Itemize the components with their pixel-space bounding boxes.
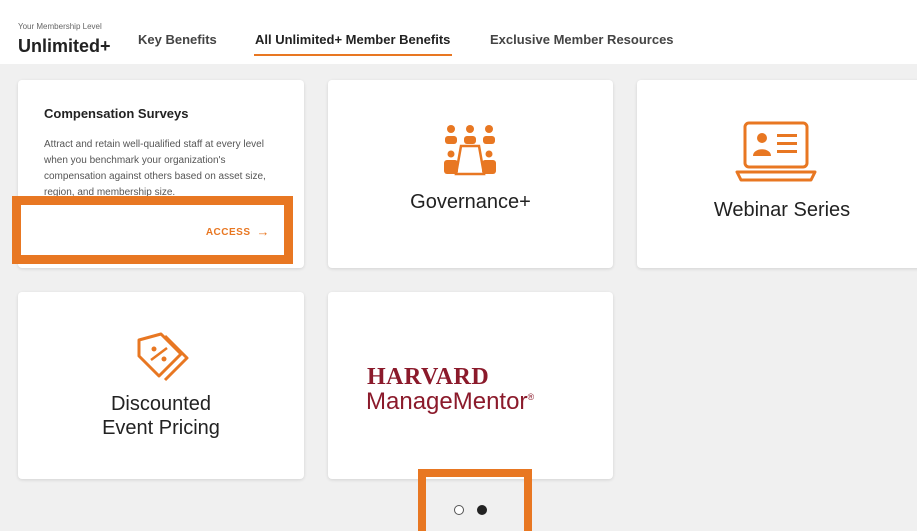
card-label: Governance+ bbox=[410, 191, 531, 213]
card-webinar-series[interactable]: Webinar Series bbox=[637, 80, 917, 268]
trademark-symbol: ® bbox=[527, 392, 535, 402]
tab-key-benefits[interactable]: Key Benefits bbox=[138, 32, 217, 47]
card-label: Discounted Event Pricing bbox=[18, 392, 304, 440]
tab-all-member-benefits[interactable]: All Unlimited+ Member Benefits bbox=[255, 32, 450, 47]
pagination-highlight-box bbox=[418, 469, 532, 531]
card-label-line-2: Event Pricing bbox=[102, 417, 220, 439]
harvard-logo-wordmark: ManageMentor bbox=[366, 388, 528, 415]
card-title: Compensation Surveys bbox=[44, 106, 189, 121]
card-governance[interactable]: Governance+ bbox=[328, 80, 613, 268]
membership-header: Your Membership Level Unlimited+ Key Ben… bbox=[0, 0, 917, 64]
pagination-dot-2-active[interactable] bbox=[477, 505, 487, 515]
pagination-dot-1[interactable] bbox=[454, 505, 464, 515]
harvard-logo-line-1: HARVARD bbox=[367, 364, 490, 390]
card-label-line-1: Discounted bbox=[110, 393, 212, 415]
tab-exclusive-member-resources[interactable]: Exclusive Member Resources bbox=[490, 32, 674, 47]
membership-level-value: Unlimited+ bbox=[18, 36, 111, 56]
discount-tag-icon bbox=[137, 332, 189, 382]
active-tab-underline bbox=[254, 54, 452, 56]
access-link-label: ACCESS bbox=[205, 227, 251, 238]
governance-meeting-icon bbox=[444, 125, 496, 176]
card-harvard-managementor[interactable]: HARVARD ManageMentor® bbox=[328, 292, 613, 479]
card-discounted-event-pricing[interactable]: Discounted Event Pricing bbox=[18, 292, 304, 479]
card-label: Webinar Series bbox=[713, 199, 851, 221]
membership-level-caption: Your Membership Level bbox=[18, 22, 102, 31]
harvard-logo-line-2: ManageMentor® bbox=[366, 388, 534, 416]
arrow-right-icon: → bbox=[256, 224, 270, 239]
access-link[interactable]: ACCESS → bbox=[206, 224, 270, 239]
card-description: Attract and retain well-qualified staff … bbox=[44, 139, 266, 198]
access-highlight-box: ACCESS → bbox=[12, 196, 293, 264]
webinar-laptop-icon bbox=[735, 121, 817, 182]
